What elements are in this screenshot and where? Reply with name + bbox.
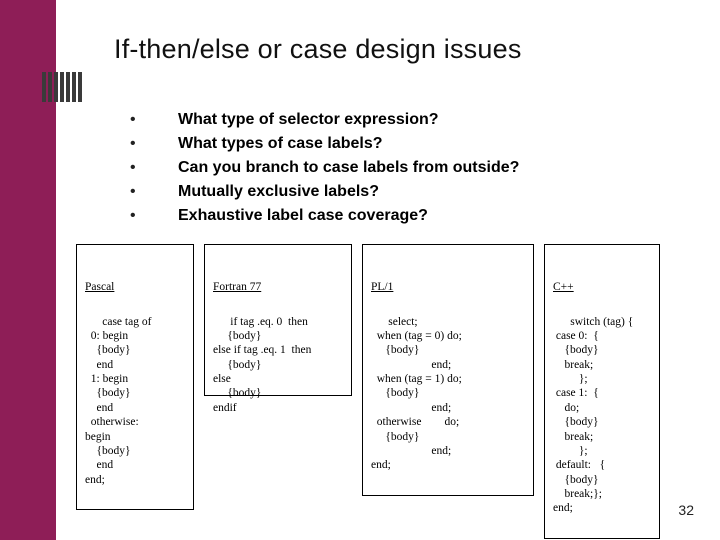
- code-lang-label: PL/1: [371, 280, 525, 294]
- bullet-item: • What type of selector expression?: [130, 108, 519, 132]
- bullet-item: • Mutually exclusive labels?: [130, 180, 519, 204]
- code-lang-label: Pascal: [85, 280, 185, 294]
- code-box-cpp: C++ switch (tag) { case 0: { {body} brea…: [544, 244, 660, 539]
- code-box-pl1: PL/1 select; when (tag = 0) do; {body} e…: [362, 244, 534, 496]
- bullet-text: What types of case labels?: [178, 132, 383, 156]
- code-lang-label: C++: [553, 280, 651, 294]
- code-body: case tag of 0: begin {body} end 1: begin…: [85, 316, 151, 486]
- bullet-dot-icon: •: [130, 108, 178, 132]
- bullet-item: • Can you branch to case labels from out…: [130, 156, 519, 180]
- slide-title: If-then/else or case design issues: [114, 34, 522, 65]
- bullet-dot-icon: •: [130, 132, 178, 156]
- bullet-dot-icon: •: [130, 180, 178, 204]
- code-box-pascal: Pascal case tag of 0: begin {body} end 1…: [76, 244, 194, 510]
- code-lang-label: Fortran 77: [213, 280, 343, 294]
- logo-mark: [42, 72, 90, 102]
- slide: If-then/else or case design issues • Wha…: [0, 0, 720, 540]
- bullet-text: Exhaustive label case coverage?: [178, 204, 428, 228]
- bullet-dot-icon: •: [130, 204, 178, 228]
- bullet-dot-icon: •: [130, 156, 178, 180]
- code-body: switch (tag) { case 0: { {body} break; }…: [553, 316, 633, 515]
- bullet-text: Can you branch to case labels from outsi…: [178, 156, 519, 180]
- bullet-text: Mutually exclusive labels?: [178, 180, 379, 204]
- code-body: select; when (tag = 0) do; {body} end; w…: [371, 316, 462, 472]
- bullet-item: • Exhaustive label case coverage?: [130, 204, 519, 228]
- bullet-text: What type of selector expression?: [178, 108, 439, 132]
- code-box-fortran: Fortran 77 if tag .eq. 0 then {body} els…: [204, 244, 352, 396]
- code-body: if tag .eq. 0 then {body} else if tag .e…: [213, 316, 311, 414]
- page-number: 32: [678, 502, 694, 518]
- bullet-list: • What type of selector expression? • Wh…: [130, 108, 519, 228]
- bullet-item: • What types of case labels?: [130, 132, 519, 156]
- code-examples-row: Pascal case tag of 0: begin {body} end 1…: [76, 244, 700, 539]
